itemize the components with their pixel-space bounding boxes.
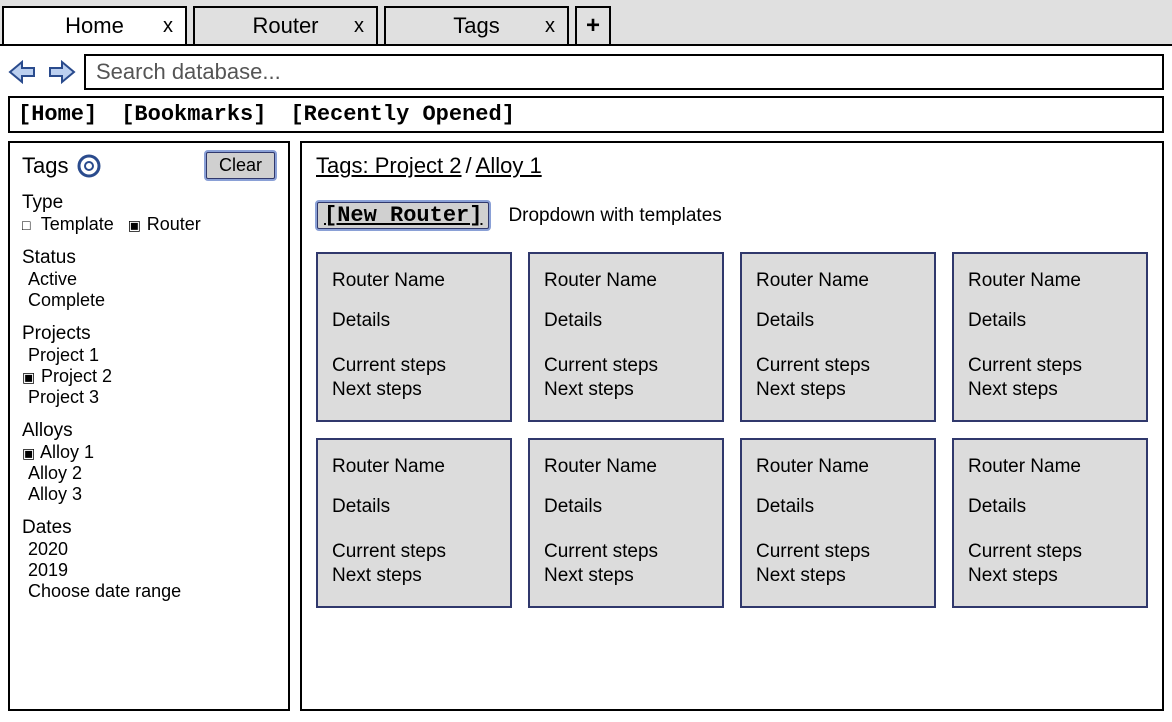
filter-type-heading: Type [22, 192, 276, 214]
card-current-steps: Current steps [756, 354, 920, 378]
search-input[interactable]: Search database... [84, 54, 1164, 90]
card-name: Router Name [968, 456, 1132, 478]
card-next-steps: Next steps [756, 564, 920, 588]
nav-bookmarks[interactable]: [Bookmarks] [121, 102, 266, 127]
gear-icon[interactable] [76, 153, 102, 179]
close-icon[interactable]: x [545, 15, 555, 38]
card-name: Router Name [756, 270, 920, 292]
card-details: Details [968, 496, 1132, 518]
card-current-steps: Current steps [332, 540, 496, 564]
filter-type-template[interactable]: □ Template [22, 214, 114, 235]
forward-arrow-icon[interactable] [46, 60, 76, 84]
tab-strip: Home x Router x Tags x + [0, 0, 1172, 46]
breadcrumb-root[interactable]: Tags: Project 2 [316, 153, 462, 178]
close-icon[interactable]: x [354, 15, 364, 38]
filter-status-active[interactable]: Active [28, 269, 276, 290]
sidebar: Tags Clear Type □ Template ▣ Router Stat… [8, 141, 290, 711]
router-card[interactable]: Router Name Details Current stepsNext step… [952, 252, 1148, 422]
filter-project-3[interactable]: Project 3 [28, 387, 276, 408]
tab-label: Home [65, 13, 124, 39]
card-next-steps: Next steps [968, 378, 1132, 402]
template-dropdown-note[interactable]: Dropdown with templates [508, 205, 721, 227]
breadcrumb-leaf[interactable]: Alloy 1 [476, 153, 542, 178]
tab-label: Tags [453, 13, 499, 39]
new-router-button[interactable]: [New Router] [316, 201, 490, 230]
filter-date-2019[interactable]: 2019 [28, 560, 276, 581]
breadcrumb-sep: / [462, 153, 476, 179]
nav-home[interactable]: [Home] [18, 102, 97, 127]
add-tab-button[interactable]: + [575, 6, 611, 44]
card-details: Details [544, 310, 708, 332]
router-card-grid: Router NameDetailsCurrent stepsNext step… [316, 252, 1148, 608]
filter-alloy-3[interactable]: Alloy 3 [28, 484, 276, 505]
card-next-steps: Next steps [544, 378, 708, 402]
router-card[interactable]: Router Name Details Current stepsNext step… [952, 438, 1148, 608]
card-name: Router Name [332, 270, 496, 292]
filter-alloy-1[interactable]: ▣ Alloy 1 [22, 442, 276, 463]
card-details: Details [332, 310, 496, 332]
filter-status-heading: Status [22, 247, 276, 269]
sidebar-title: Tags [22, 153, 68, 179]
close-icon[interactable]: x [163, 15, 173, 38]
tab-tags[interactable]: Tags x [384, 6, 569, 44]
card-current-steps: Current steps [756, 540, 920, 564]
tab-label: Router [252, 13, 318, 39]
router-card[interactable]: Router Name Details Current stepsNext step… [316, 438, 512, 608]
router-card[interactable]: Router Name Details Current stepsNext step… [740, 438, 936, 608]
tab-router[interactable]: Router x [193, 6, 378, 44]
checkbox-icon: ▣ [22, 445, 36, 462]
checkbox-icon: □ [22, 217, 36, 233]
card-next-steps: Next steps [968, 564, 1132, 588]
card-next-steps: Next steps [332, 564, 496, 588]
card-details: Details [544, 496, 708, 518]
card-details: Details [968, 310, 1132, 332]
search-placeholder: Search database... [96, 59, 281, 85]
toolbar: Search database... [0, 46, 1172, 96]
card-name: Router Name [756, 456, 920, 478]
router-card[interactable]: Router Name Details Current stepsNext step… [316, 252, 512, 422]
card-details: Details [756, 310, 920, 332]
filter-projects-heading: Projects [22, 323, 276, 345]
card-name: Router Name [544, 270, 708, 292]
filter-date-range[interactable]: Choose date range [28, 581, 276, 602]
router-card[interactable]: Router Name Details Current stepsNext step… [740, 252, 936, 422]
card-details: Details [332, 496, 496, 518]
card-next-steps: Next steps [756, 378, 920, 402]
card-next-steps: Next steps [544, 564, 708, 588]
card-current-steps: Current steps [544, 540, 708, 564]
plus-icon: + [586, 12, 600, 40]
card-current-steps: Current steps [544, 354, 708, 378]
card-details: Details [756, 496, 920, 518]
router-card[interactable]: Router Name Details Current stepsNext step… [528, 252, 724, 422]
filter-type-router[interactable]: ▣ Router [128, 214, 201, 235]
card-current-steps: Current steps [968, 354, 1132, 378]
router-card[interactable]: Router Name Details Current stepsNext step… [528, 438, 724, 608]
filter-status-complete[interactable]: Complete [28, 290, 276, 311]
clear-button[interactable]: Clear [205, 151, 276, 180]
card-name: Router Name [332, 456, 496, 478]
breadcrumb: Tags: Project 2/Alloy 1 [316, 153, 1148, 179]
card-name: Router Name [968, 270, 1132, 292]
filter-project-2[interactable]: ▣ Project 2 [22, 366, 276, 387]
card-next-steps: Next steps [332, 378, 496, 402]
filter-date-2020[interactable]: 2020 [28, 539, 276, 560]
card-name: Router Name [544, 456, 708, 478]
tab-home[interactable]: Home x [2, 6, 187, 44]
card-current-steps: Current steps [968, 540, 1132, 564]
back-arrow-icon[interactable] [8, 60, 38, 84]
checkbox-icon: ▣ [128, 217, 142, 234]
filter-project-1[interactable]: Project 1 [28, 345, 276, 366]
card-current-steps: Current steps [332, 354, 496, 378]
nav-recently-opened[interactable]: [Recently Opened] [290, 102, 514, 127]
checkbox-icon: ▣ [22, 369, 36, 386]
main-panel: Tags: Project 2/Alloy 1 [New Router] Dro… [300, 141, 1164, 711]
filter-alloy-2[interactable]: Alloy 2 [28, 463, 276, 484]
secondary-nav: [Home] [Bookmarks] [Recently Opened] [8, 96, 1164, 133]
filter-alloys-heading: Alloys [22, 420, 276, 442]
filter-dates-heading: Dates [22, 517, 276, 539]
